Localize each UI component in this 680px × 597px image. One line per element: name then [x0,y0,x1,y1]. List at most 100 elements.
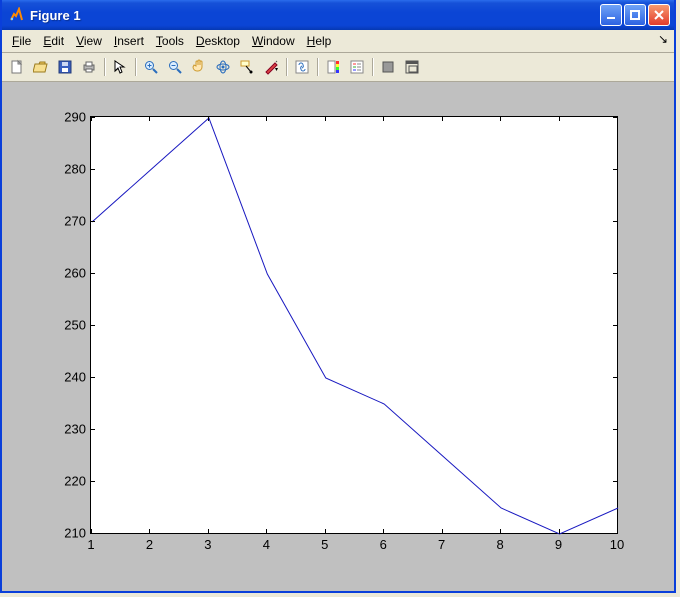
maximize-button[interactable] [624,4,646,26]
y-tick-mark [90,169,95,170]
legend-button[interactable] [346,56,368,78]
zoom-out-button[interactable] [164,56,186,78]
save-button[interactable] [54,56,76,78]
y-tick-mark [613,273,618,274]
toolbar [2,53,674,82]
x-tick-mark [559,116,560,121]
menu-desktop[interactable]: Desktop [190,32,246,50]
menu-view[interactable]: View [70,32,108,50]
x-tick-label: 6 [371,537,395,552]
x-tick-mark [91,529,92,534]
y-tick-mark [613,377,618,378]
x-tick-mark [325,116,326,121]
hide-tools-icon [380,59,396,75]
y-tick-label: 290 [54,110,86,125]
x-tick-label: 9 [547,537,571,552]
x-tick-mark [266,116,267,121]
x-tick-mark [442,116,443,121]
data-cursor-button[interactable] [236,56,258,78]
menubar: FileEditViewInsertToolsDesktopWindowHelp… [2,30,674,53]
y-tick-label: 280 [54,162,86,177]
menu-insert[interactable]: Insert [108,32,150,50]
x-tick-mark [617,116,618,121]
y-tick-mark [90,429,95,430]
x-tick-label: 7 [430,537,454,552]
x-tick-mark [149,529,150,534]
figure-canvas: 21022023024025026027028029012345678910 [2,82,674,591]
y-tick-mark [613,221,618,222]
edit-plot-icon [112,59,128,75]
link-plot-button[interactable] [291,56,313,78]
edit-plot-button[interactable] [109,56,131,78]
pan-button[interactable] [188,56,210,78]
colorbar-button[interactable] [322,56,344,78]
plot-svg [91,117,619,535]
x-tick-label: 4 [254,537,278,552]
link-plot-icon [294,59,310,75]
menu-tools[interactable]: Tools [150,32,190,50]
new-figure-icon [9,59,25,75]
toolbar-separator [370,56,375,78]
dock-button[interactable] [401,56,423,78]
y-tick-label: 270 [54,214,86,229]
x-tick-mark [383,529,384,534]
y-tick-mark [613,325,618,326]
y-tick-label: 220 [54,474,86,489]
brush-icon [263,59,279,75]
save-icon [57,59,73,75]
y-tick-mark [613,429,618,430]
x-tick-label: 1 [79,537,103,552]
colorbar-icon [325,59,341,75]
toolbar-separator [315,56,320,78]
zoom-out-icon [167,59,183,75]
x-tick-mark [266,529,267,534]
y-tick-mark [613,481,618,482]
x-tick-mark [617,529,618,534]
x-tick-mark [500,116,501,121]
rotate-3d-button[interactable] [212,56,234,78]
brush-button[interactable] [260,56,282,78]
y-tick-mark [90,325,95,326]
open-button[interactable] [30,56,52,78]
x-tick-mark [91,116,92,121]
window-controls [600,4,670,26]
print-icon [81,59,97,75]
x-tick-mark [559,529,560,534]
y-tick-mark [90,273,95,274]
dock-icon [404,59,420,75]
pan-icon [191,59,207,75]
open-icon [33,59,49,75]
toolbar-separator [284,56,289,78]
x-tick-mark [325,529,326,534]
rotate-3d-icon [215,59,231,75]
y-tick-mark [90,221,95,222]
minimize-button[interactable] [600,4,622,26]
matlab-icon [8,7,24,23]
zoom-in-button[interactable] [140,56,162,78]
dock-arrow-icon[interactable]: ↘ [658,32,668,46]
x-tick-label: 2 [137,537,161,552]
menu-file[interactable]: File [6,32,37,50]
print-button[interactable] [78,56,100,78]
menu-window[interactable]: Window [246,32,301,50]
legend-icon [349,59,365,75]
menu-help[interactable]: Help [301,32,338,50]
figure-window: Figure 1 FileEditViewInsertToolsDesktopW… [0,0,676,593]
x-tick-label: 10 [605,537,629,552]
y-tick-label: 260 [54,266,86,281]
titlebar[interactable]: Figure 1 [2,0,674,30]
y-tick-label: 230 [54,422,86,437]
x-tick-mark [442,529,443,534]
hide-tools-button[interactable] [377,56,399,78]
y-tick-label: 240 [54,370,86,385]
x-tick-label: 5 [313,537,337,552]
y-tick-label: 250 [54,318,86,333]
line-series [92,118,618,534]
x-tick-label: 3 [196,537,220,552]
x-tick-mark [383,116,384,121]
menu-edit[interactable]: Edit [37,32,70,50]
close-button[interactable] [648,4,670,26]
new-figure-button[interactable] [6,56,28,78]
data-cursor-icon [239,59,255,75]
x-tick-label: 8 [488,537,512,552]
